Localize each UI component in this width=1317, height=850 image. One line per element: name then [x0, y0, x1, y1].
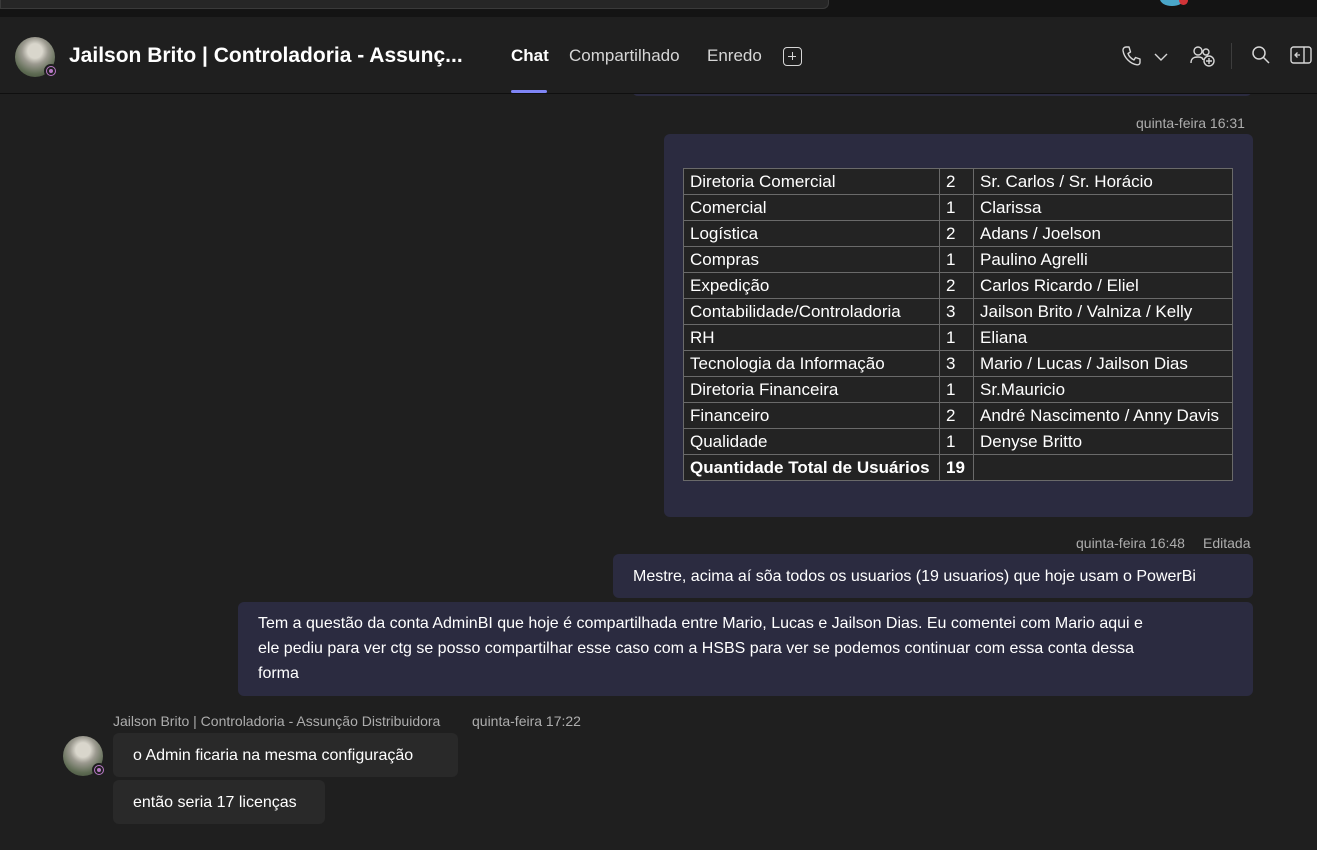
users-cell: Adans / Joelson: [973, 220, 1233, 247]
presence-icon: [92, 763, 106, 777]
table-row: Diretoria Financeira 1 Sr.Mauricio: [683, 376, 1233, 403]
department-cell: RH: [683, 324, 940, 351]
users-cell: Jailson Brito / Valniza / Kelly: [973, 298, 1233, 325]
edited-label: Editada: [1203, 535, 1251, 551]
tab-storyline[interactable]: Enredo: [707, 46, 762, 66]
previous-message-bubble: [632, 94, 1252, 96]
phone-icon[interactable]: [1121, 45, 1141, 67]
department-cell: Diretoria Comercial: [683, 168, 940, 195]
quantity-cell: 2: [939, 272, 974, 299]
message-timestamp: quinta-feira 16:48: [1076, 535, 1185, 551]
table-row: Contabilidade/Controladoria 3 Jailson Brit…: [683, 298, 1233, 325]
tab-shared[interactable]: Compartilhado: [569, 46, 680, 66]
department-cell: Logística: [683, 220, 940, 247]
message-timestamp: quinta-feira 17:22: [472, 713, 581, 729]
add-tab-icon[interactable]: [783, 47, 802, 66]
tab-chat[interactable]: Chat: [511, 46, 549, 66]
message-bubble[interactable]: Mestre, acima aí sõa todos os usuarios (…: [613, 554, 1253, 598]
search-bar-edge[interactable]: [0, 0, 829, 9]
chat-title[interactable]: Jailson Brito | Controladoria - Assunç..…: [69, 44, 463, 68]
table-row: Expedição 2 Carlos Ricardo / Eliel: [683, 272, 1233, 299]
sender-avatar[interactable]: [63, 736, 106, 777]
total-quantity-cell: 19: [939, 454, 974, 481]
chat-area: quinta-feira 16:31 Diretoria Comercial 2 S…: [0, 94, 1317, 850]
table-row: Tecnologia da Informação 3 Mario / Lucas /…: [683, 350, 1233, 377]
department-cell: Qualidade: [683, 428, 940, 455]
users-table: Diretoria Comercial 2 Sr. Carlos / Sr. Hor…: [683, 168, 1233, 481]
search-icon[interactable]: [1251, 45, 1271, 65]
quantity-cell: 1: [939, 194, 974, 221]
department-cell: Comercial: [683, 194, 940, 221]
active-tab-indicator: [511, 90, 547, 93]
department-cell: Compras: [683, 246, 940, 273]
chat-header: Jailson Brito | Controladoria - Assunç..…: [0, 17, 1317, 94]
message-text-line: Tem a questão da conta AdminBI que hoje …: [258, 615, 1143, 632]
table-row: Qualidade 1 Denyse Britto: [683, 428, 1233, 455]
table-row: Compras 1 Paulino Agrelli: [683, 246, 1233, 273]
department-cell: Contabilidade/Controladoria: [683, 298, 940, 325]
message-text-line: ele pediu para ver ctg se posso comparti…: [258, 640, 1135, 657]
users-cell: André Nascimento / Anny Davis: [973, 402, 1233, 429]
total-users-cell: [973, 454, 1233, 481]
message-text: o Admin ficaria na mesma configuração: [133, 747, 414, 764]
quantity-cell: 1: [939, 376, 974, 403]
users-cell: Sr. Carlos / Sr. Horácio: [973, 168, 1233, 195]
table-row: Diretoria Comercial 2 Sr. Carlos / Sr. Hor…: [683, 168, 1233, 195]
quantity-cell: 2: [939, 168, 974, 195]
department-cell: Tecnologia da Informação: [683, 350, 940, 377]
add-people-icon[interactable]: [1190, 45, 1216, 67]
window-top-strip: [0, 0, 1317, 17]
reply-message-bubble[interactable]: o Admin ficaria na mesma configuração: [113, 733, 458, 777]
total-label-cell: Quantidade Total de Usuários: [683, 454, 940, 481]
quantity-cell: 1: [939, 428, 974, 455]
department-cell: Diretoria Financeira: [683, 376, 940, 403]
open-side-panel-icon[interactable]: [1290, 46, 1312, 64]
quantity-cell: 1: [939, 246, 974, 273]
message-text-line: forma: [258, 665, 299, 682]
users-cell: Denyse Britto: [973, 428, 1233, 455]
presence-icon: [44, 64, 58, 78]
department-cell: Expedição: [683, 272, 940, 299]
quantity-cell: 2: [939, 402, 974, 429]
quantity-cell: 1: [939, 324, 974, 351]
table-row: RH 1 Eliana: [683, 324, 1233, 351]
reply-message-bubble[interactable]: então seria 17 licenças: [113, 780, 325, 824]
message-text: então seria 17 licenças: [133, 794, 297, 811]
quantity-cell: 3: [939, 298, 974, 325]
table-row: Financeiro 2 André Nascimento / Anny Davis: [683, 402, 1233, 429]
message-timestamp: quinta-feira 16:31: [1136, 115, 1245, 131]
sender-name: Jailson Brito | Controladoria - Assunção…: [113, 713, 441, 729]
quantity-cell: 2: [939, 220, 974, 247]
users-cell: Mario / Lucas / Jailson Dias: [973, 350, 1233, 377]
message-text: Mestre, acima aí sõa todos os usuarios (…: [633, 568, 1196, 585]
users-cell: Sr.Mauricio: [973, 376, 1233, 403]
users-cell: Eliana: [973, 324, 1233, 351]
user-avatar-peek[interactable]: [1160, 0, 1188, 6]
users-cell: Carlos Ricardo / Eliel: [973, 272, 1233, 299]
header-divider: [1231, 43, 1232, 69]
total-row: Quantidade Total de Usuários 19: [683, 454, 1233, 481]
message-bubble[interactable]: Tem a questão da conta AdminBI que hoje …: [238, 602, 1253, 696]
quantity-cell: 3: [939, 350, 974, 377]
users-cell: Clarissa: [973, 194, 1233, 221]
table-row: Comercial 1 Clarissa: [683, 194, 1233, 221]
table-row: Logística 2 Adans / Joelson: [683, 220, 1233, 247]
contact-avatar[interactable]: [15, 37, 58, 78]
users-cell: Paulino Agrelli: [973, 246, 1233, 273]
chevron-down-icon[interactable]: [1154, 53, 1168, 61]
department-cell: Financeiro: [683, 402, 940, 429]
